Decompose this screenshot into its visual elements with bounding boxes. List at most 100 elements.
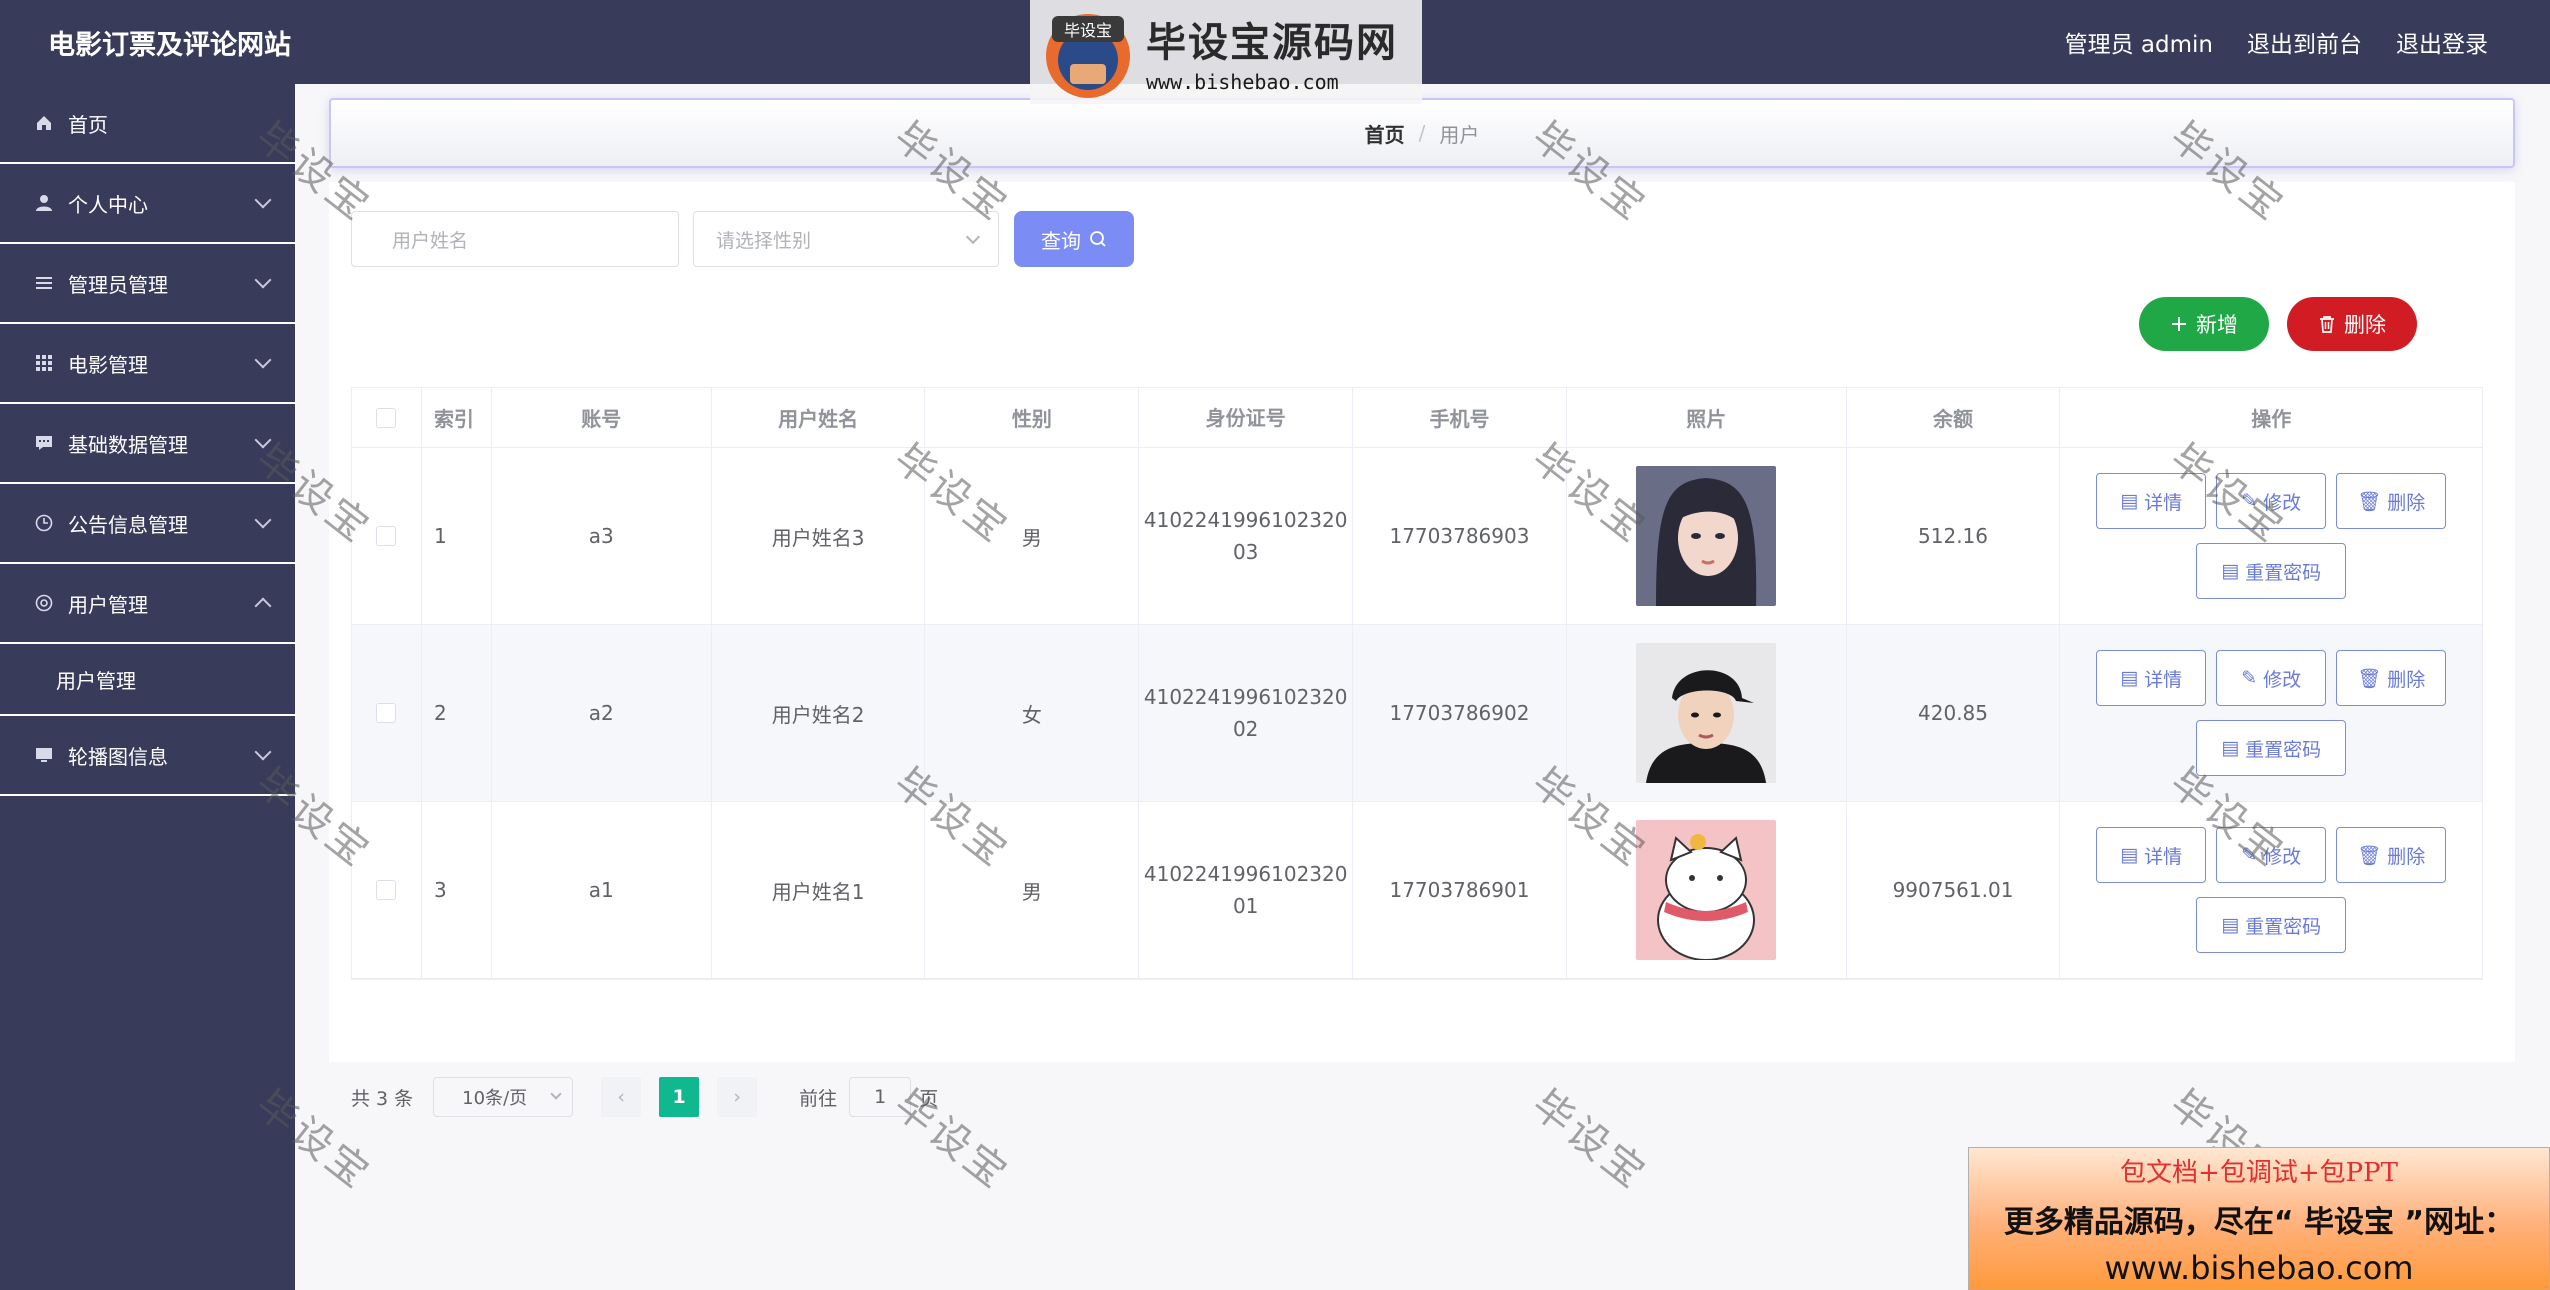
cell-phone: 17703786902 — [1353, 625, 1567, 801]
promo-line2: 更多精品源码，尽在“ 毕设宝 ”网址： — [2003, 1205, 2515, 1240]
chevron-down-icon — [254, 351, 272, 369]
page-number-current[interactable]: 1 — [659, 1077, 700, 1117]
chevron-down-icon — [254, 271, 272, 289]
sidebar-item-label: 轮播图信息 — [68, 744, 168, 769]
header-actions: 管理员 admin 退出到前台 退出登录 — [2065, 0, 2488, 84]
row-checkbox[interactable] — [376, 703, 397, 723]
id-number-line2: 03 — [1232, 540, 1259, 564]
add-button-label: 新增 — [2196, 313, 2238, 337]
add-button[interactable]: 新增 — [2139, 297, 2269, 351]
delete-button[interactable]: 🗑 删除 — [2336, 473, 2447, 529]
sidebar-item-label: 用户管理 — [68, 592, 148, 617]
prev-page-button[interactable]: ‹ — [601, 1077, 642, 1117]
user-photo[interactable] — [1636, 466, 1777, 606]
search-input-placeholder: 用户姓名 — [392, 229, 469, 252]
select-all-checkbox[interactable] — [376, 407, 397, 428]
document-icon: ▤ — [2120, 844, 2139, 866]
sidebar-item-user-management[interactable]: 用户管理 — [0, 564, 295, 644]
logo-text: 毕设宝源码网 www.bishebao.com — [1146, 10, 1398, 94]
batch-delete-button-label: 删除 — [2344, 313, 2386, 337]
detail-label: 详情 — [2144, 491, 2183, 514]
document-icon: ▤ — [2120, 667, 2139, 689]
user-name-search-input[interactable]: 用户姓名 — [351, 211, 679, 267]
column-header-operations: 操作 — [2251, 407, 2292, 431]
query-button-label: 查询 — [1041, 228, 1081, 253]
chevron-down-icon — [254, 743, 272, 761]
admin-label: 管理员 admin — [2064, 32, 2213, 58]
column-header-name: 用户姓名 — [712, 388, 926, 447]
chevron-down-icon — [965, 229, 981, 245]
delete-button[interactable]: 🗑 删除 — [2336, 650, 2447, 706]
query-button[interactable]: 查询 — [1014, 211, 1134, 267]
detail-button[interactable]: ▤ 详情 — [2096, 473, 2207, 529]
back-to-front-link[interactable]: 退出到前台 — [2247, 25, 2362, 59]
clock-icon — [34, 513, 54, 533]
reset-password-button[interactable]: ▤ 重置密码 — [2196, 720, 2347, 776]
user-photo[interactable] — [1636, 820, 1777, 960]
sidebar-item-label: 电影管理 — [68, 352, 148, 377]
next-page-button[interactable]: › — [717, 1077, 758, 1117]
cell-name: 用户姓名3 — [712, 448, 926, 624]
pagination: 共 3 条 10条/页 ‹ 1 › 前往 1 页 — [351, 1077, 938, 1117]
document-icon: ▤ — [2221, 560, 2240, 582]
edit-icon: ✎ — [2241, 667, 2258, 689]
breadcrumb-home[interactable]: 首页 — [1365, 119, 1405, 148]
content-panel: 用户姓名 请选择性别 查询 新增 删除 索引 账号 用户姓名 性别 身份证号 手… — [329, 182, 2515, 1117]
cell-account: a2 — [492, 625, 712, 801]
cell-id-number: 4102241996102320 02 — [1139, 625, 1354, 801]
edit-label: 修改 — [2263, 845, 2302, 868]
row-checkbox[interactable] — [376, 526, 397, 546]
page-size-select[interactable]: 10条/页 — [433, 1077, 574, 1117]
column-header-account: 账号 — [492, 388, 712, 447]
row-select-cell — [352, 625, 422, 801]
chevron-left-icon: ‹ — [617, 1086, 625, 1108]
sidebar-item-personal-center[interactable]: 个人中心 — [0, 164, 295, 244]
chat-icon — [34, 433, 54, 453]
edit-icon: ✎ — [2241, 490, 2258, 512]
sidebar-item-carousel[interactable]: 轮播图信息 — [0, 716, 295, 796]
user-photo[interactable] — [1636, 643, 1777, 783]
detail-button[interactable]: ▤ 详情 — [2096, 650, 2207, 706]
delete-button[interactable]: 🗑 删除 — [2336, 827, 2447, 883]
detail-button[interactable]: ▤ 详情 — [2096, 827, 2207, 883]
logo-title: 毕设宝源码网 — [1146, 20, 1398, 66]
reset-password-label: 重置密码 — [2245, 561, 2322, 584]
column-header-id-number: 身份证号 — [1139, 388, 1354, 447]
sidebar-item-announcements[interactable]: 公告信息管理 — [0, 484, 295, 564]
logout-link[interactable]: 退出登录 — [2396, 25, 2488, 59]
chevron-down-icon — [550, 1088, 562, 1100]
sidebar-item-movie-management[interactable]: 电影管理 — [0, 324, 295, 404]
sidebar-item-home[interactable]: 首页 — [0, 84, 295, 164]
cell-photo — [1567, 802, 1847, 978]
reset-password-label: 重置密码 — [2245, 915, 2322, 938]
edit-button[interactable]: ✎ 修改 — [2216, 650, 2327, 706]
id-number-line1: 4102241996102320 — [1143, 862, 1348, 886]
plus-icon — [2172, 317, 2186, 331]
cell-photo — [1567, 625, 1847, 801]
sidebar-subitem-user-management[interactable]: 用户管理 — [0, 644, 295, 716]
sidebar-item-label: 基础数据管理 — [68, 432, 188, 457]
breadcrumb-current: 用户 — [1439, 122, 1480, 147]
sex-select[interactable]: 请选择性别 — [693, 211, 999, 267]
cell-balance: 420.85 — [1847, 625, 2061, 801]
site-logo-overlay: 毕设宝 毕设宝源码网 www.bishebao.com — [1030, 0, 1422, 104]
row-checkbox[interactable] — [376, 880, 397, 900]
reset-password-button[interactable]: ▤ 重置密码 — [2196, 897, 2347, 953]
sidebar-item-label: 首页 — [68, 112, 108, 137]
sidebar-item-admin-management[interactable]: 管理员管理 — [0, 244, 295, 324]
id-number-line2: 02 — [1232, 717, 1259, 741]
batch-delete-button[interactable]: 删除 — [2287, 297, 2417, 351]
goto-label: 前往 — [799, 1087, 838, 1110]
edit-button[interactable]: ✎ 修改 — [2216, 827, 2327, 883]
reset-password-button[interactable]: ▤ 重置密码 — [2196, 543, 2347, 599]
delete-label: 删除 — [2387, 491, 2426, 514]
sidebar-item-basic-data[interactable]: 基础数据管理 — [0, 404, 295, 484]
edit-button[interactable]: ✎ 修改 — [2216, 473, 2327, 529]
chevron-down-icon — [254, 191, 272, 209]
goto-page-input[interactable]: 1 — [849, 1077, 912, 1117]
edit-label: 修改 — [2263, 668, 2302, 691]
promo-url: www.bishebao.com — [2104, 1249, 2414, 1287]
grid-icon — [34, 353, 54, 373]
promo-banner[interactable]: 包文档+包调试+包PPT 更多精品源码，尽在“ 毕设宝 ”网址： www.bis… — [1968, 1147, 2550, 1290]
app-title: 电影订票及评论网站 — [48, 29, 291, 61]
